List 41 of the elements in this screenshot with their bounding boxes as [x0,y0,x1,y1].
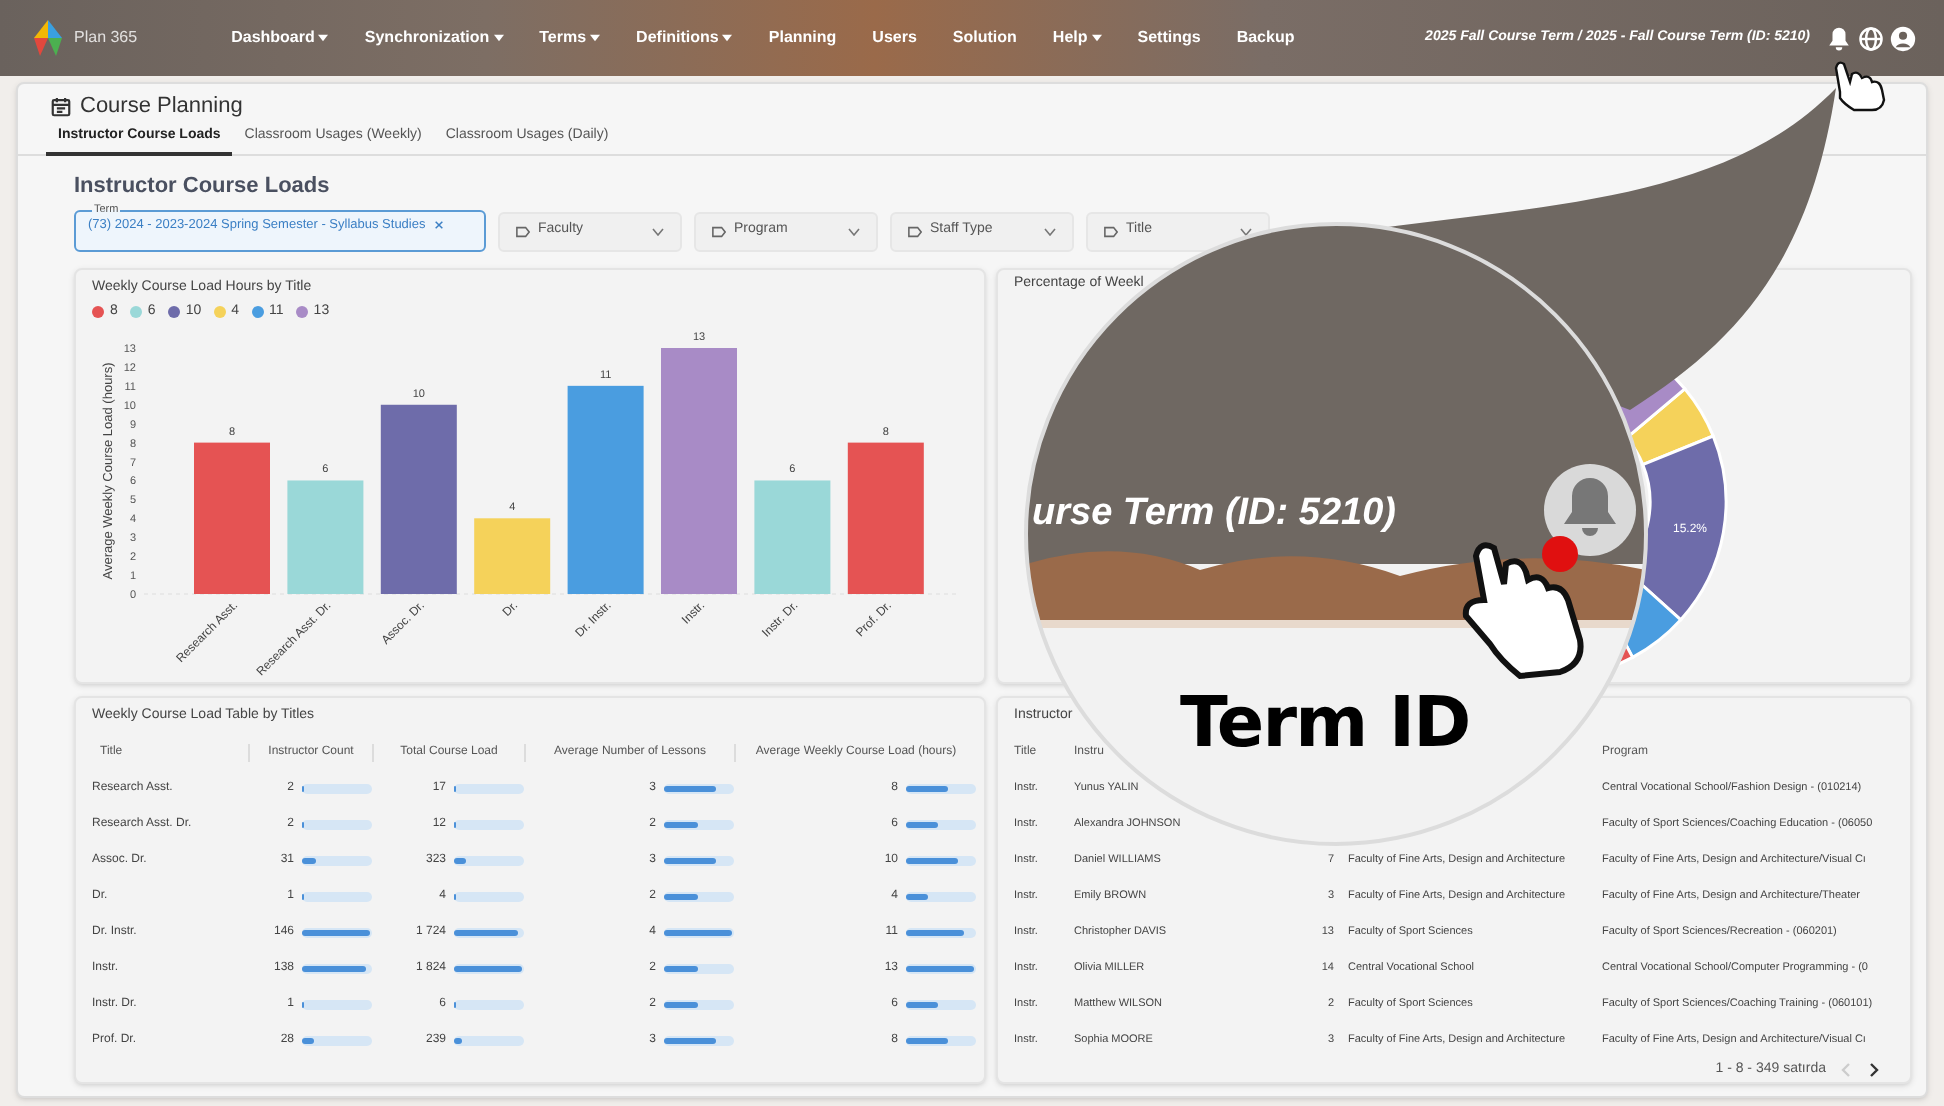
nav-menu-item[interactable]: Backup [1218,26,1313,50]
caret-icon[interactable] [722,34,733,42]
callout-caption: Term ID [1180,690,1470,760]
tag-icon [908,225,922,237]
nav-menu-item[interactable]: Solution [934,26,1035,50]
chevron-down-icon [1240,227,1252,235]
caret-icon[interactable] [590,34,601,42]
notification-badge [1542,536,1578,572]
nav-menu-item[interactable]: Dashboard [213,26,347,50]
logo-icon [28,18,68,58]
bar [474,517,551,593]
chevron-down-icon [652,227,664,235]
hand-cursor-icon [1462,542,1584,679]
nav-menu-item[interactable]: Definitions [618,26,751,50]
nav-menu-item[interactable]: Terms [521,26,619,50]
clear-icon[interactable] [433,220,444,231]
caret-icon[interactable] [318,34,329,42]
tag-icon [516,225,530,237]
bar [287,479,364,593]
notification-bell-icon [1544,464,1636,556]
tag-icon [1104,225,1118,237]
caret-icon[interactable] [1091,34,1102,42]
magnified-term-id: urse Term (ID: 5210) [1032,490,1396,538]
calendar-icon [50,95,72,118]
chevron-down-icon [1044,227,1056,235]
nav-menu-item[interactable]: Synchronization [346,26,522,50]
nav-menu-item[interactable]: Planning [750,26,855,50]
caret-icon[interactable] [493,34,504,42]
chevron-down-icon [848,227,860,235]
globe-icon[interactable] [1858,25,1884,51]
tag-icon [712,225,726,237]
section-title: Instructor Course Loads [74,172,332,202]
page-title: Course Planning [80,92,243,122]
user-icon[interactable] [1890,25,1916,51]
nav-menu-item[interactable]: Users [854,26,935,50]
bar [754,479,831,593]
next-page-icon[interactable] [1866,1062,1882,1079]
nav-menu-item[interactable]: Settings [1119,26,1219,50]
notification-bell-icon[interactable] [1826,25,1852,51]
app-name: Plan 365 [74,26,138,50]
nav-menu-item[interactable]: Help [1034,26,1120,50]
